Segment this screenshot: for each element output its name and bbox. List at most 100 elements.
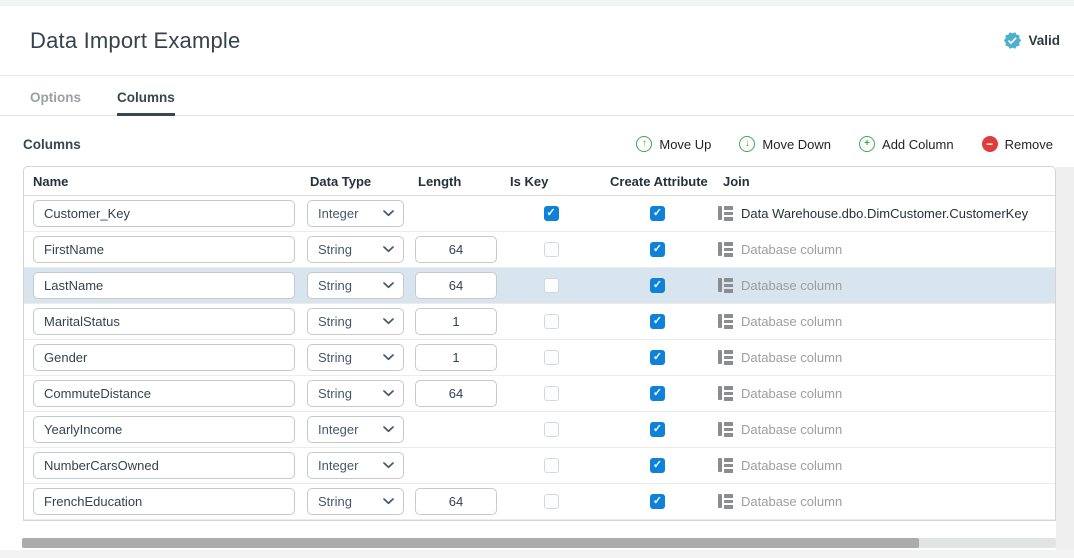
- length-input[interactable]: [415, 344, 497, 371]
- is-key-checkbox[interactable]: [544, 386, 559, 401]
- join-label: Database column: [741, 458, 842, 473]
- name-input[interactable]: [33, 452, 295, 479]
- table-row[interactable]: Integer Database column: [24, 412, 1055, 448]
- length-input[interactable]: [415, 380, 497, 407]
- data-type-select[interactable]: Integer: [307, 452, 404, 479]
- move-up-button[interactable]: ↑ Move Up: [636, 136, 711, 152]
- header-length: Length: [409, 174, 501, 189]
- data-type-select[interactable]: String: [307, 272, 404, 299]
- join-cell: Database column: [714, 232, 1055, 267]
- length-input[interactable]: [415, 272, 497, 299]
- create-attribute-checkbox[interactable]: [650, 278, 665, 293]
- name-input[interactable]: [33, 200, 295, 227]
- create-attribute-checkbox[interactable]: [650, 494, 665, 509]
- remove-label: Remove: [1005, 137, 1053, 152]
- table-row[interactable]: String Database column: [24, 376, 1055, 412]
- table-row[interactable]: String Database column: [24, 232, 1055, 268]
- columns-section-title: Columns: [23, 137, 81, 152]
- is-key-checkbox[interactable]: [544, 494, 559, 509]
- database-column-icon: [718, 494, 733, 508]
- length-cell: [409, 196, 501, 231]
- header-is-key: Is Key: [501, 174, 601, 189]
- move-down-button[interactable]: ↓ Move Down: [739, 136, 831, 152]
- horizontal-scrollbar[interactable]: [22, 538, 1056, 548]
- status-badge-label: Valid: [1028, 33, 1060, 48]
- vertical-scrollbar-gutter: [1056, 167, 1074, 550]
- create-attribute-checkbox[interactable]: [650, 314, 665, 329]
- tab-columns[interactable]: Columns: [117, 90, 175, 116]
- verified-badge-icon: [1003, 31, 1022, 50]
- is-key-checkbox[interactable]: [544, 422, 559, 437]
- data-type-value: String: [318, 242, 352, 257]
- database-column-icon: [718, 422, 733, 436]
- length-input[interactable]: [415, 488, 497, 515]
- name-input[interactable]: [33, 308, 295, 335]
- header-data-type: Data Type: [301, 174, 409, 189]
- join-label: Database column: [741, 278, 842, 293]
- name-input[interactable]: [33, 380, 295, 407]
- arrow-down-circle-icon: ↓: [739, 136, 755, 152]
- name-input[interactable]: [33, 488, 295, 515]
- database-column-icon: [718, 458, 733, 472]
- create-attribute-checkbox[interactable]: [650, 350, 665, 365]
- move-up-label: Move Up: [659, 137, 711, 152]
- status-badge: Valid: [1003, 31, 1060, 50]
- data-type-value: String: [318, 386, 352, 401]
- content-card: Data Import Example Valid Options Column…: [0, 6, 1074, 550]
- app-header: Data Import Example Valid: [0, 6, 1074, 76]
- length-cell: [409, 412, 501, 447]
- create-attribute-checkbox[interactable]: [650, 206, 665, 221]
- length-cell: [409, 304, 501, 339]
- name-input[interactable]: [33, 344, 295, 371]
- length-input[interactable]: [415, 308, 497, 335]
- plus-circle-icon: +: [859, 136, 875, 152]
- data-type-value: String: [318, 350, 352, 365]
- create-attribute-checkbox[interactable]: [650, 386, 665, 401]
- remove-button[interactable]: − Remove: [982, 136, 1053, 152]
- data-type-select[interactable]: String: [307, 308, 404, 335]
- data-type-value: String: [318, 314, 352, 329]
- name-input[interactable]: [33, 236, 295, 263]
- table-row[interactable]: Integer Data Warehouse.dbo.DimCustomer.C…: [24, 196, 1055, 232]
- is-key-checkbox[interactable]: [544, 314, 559, 329]
- data-type-select[interactable]: String: [307, 488, 404, 515]
- table-row[interactable]: String Database column: [24, 484, 1055, 520]
- tab-options[interactable]: Options: [30, 90, 81, 116]
- name-input[interactable]: [33, 416, 295, 443]
- length-input[interactable]: [415, 236, 497, 263]
- table-row[interactable]: String Database column: [24, 304, 1055, 340]
- data-type-select[interactable]: Integer: [307, 416, 404, 443]
- table-row[interactable]: String Database column: [24, 340, 1055, 376]
- chevron-down-icon: [383, 426, 394, 433]
- is-key-checkbox[interactable]: [544, 350, 559, 365]
- is-key-checkbox[interactable]: [544, 242, 559, 257]
- move-down-label: Move Down: [762, 137, 831, 152]
- header-name: Name: [24, 174, 301, 189]
- table-row[interactable]: String Database column: [24, 268, 1055, 304]
- join-cell: Database column: [714, 448, 1055, 483]
- data-type-select[interactable]: String: [307, 344, 404, 371]
- name-input[interactable]: [33, 272, 295, 299]
- chevron-down-icon: [383, 210, 394, 217]
- is-key-checkbox[interactable]: [544, 206, 559, 221]
- join-label: Database column: [741, 314, 842, 329]
- add-column-button[interactable]: + Add Column: [859, 136, 954, 152]
- table-row[interactable]: Integer Database column: [24, 448, 1055, 484]
- data-type-select[interactable]: String: [307, 236, 404, 263]
- length-cell: [409, 376, 501, 411]
- create-attribute-checkbox[interactable]: [650, 242, 665, 257]
- data-type-value: String: [318, 494, 352, 509]
- create-attribute-checkbox[interactable]: [650, 422, 665, 437]
- length-cell: [409, 448, 501, 483]
- chevron-down-icon: [383, 246, 394, 253]
- is-key-checkbox[interactable]: [544, 278, 559, 293]
- is-key-checkbox[interactable]: [544, 458, 559, 473]
- join-label: Database column: [741, 386, 842, 401]
- horizontal-scrollbar-thumb[interactable]: [22, 538, 919, 548]
- data-type-select[interactable]: String: [307, 380, 404, 407]
- join-cell: Database column: [714, 268, 1055, 303]
- data-type-select[interactable]: Integer: [307, 200, 404, 227]
- join-label: Database column: [741, 350, 842, 365]
- create-attribute-checkbox[interactable]: [650, 458, 665, 473]
- columns-toolbar: ↑ Move Up ↓ Move Down + Add Column − Rem…: [636, 136, 1053, 152]
